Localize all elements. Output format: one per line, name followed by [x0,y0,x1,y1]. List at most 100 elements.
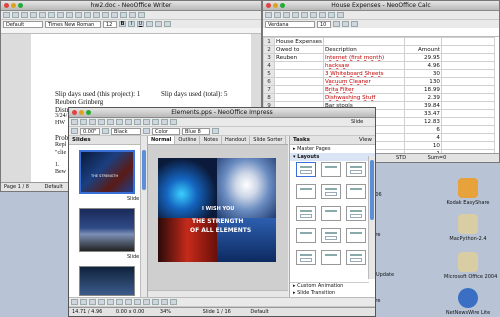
rectangle-icon[interactable] [98,299,105,305]
layout-option[interactable] [296,206,316,221]
copy-icon[interactable] [310,12,317,18]
cell-d[interactable] [440,37,496,46]
table-icon[interactable] [129,12,136,18]
font-name-select[interactable]: Times New Roman [45,20,101,28]
cut-icon[interactable] [107,119,114,125]
cell-d[interactable] [440,69,496,78]
close-button[interactable] [4,3,9,8]
zoom-button[interactable] [86,110,91,115]
tab-normal[interactable]: Normal [148,136,176,144]
edit-icon[interactable] [39,12,46,18]
formula-bar[interactable] [263,28,499,37]
curve-icon[interactable] [125,299,132,305]
new-icon[interactable] [3,12,10,18]
align-right-icon[interactable] [164,21,171,27]
cell-c[interactable]: 130 [403,77,442,86]
bold-icon[interactable]: B [119,21,126,27]
text-icon[interactable] [116,299,123,305]
cell-c[interactable]: 4.96 [403,61,442,70]
cell-d[interactable] [440,141,496,150]
cell-c[interactable]: 39.84 [403,101,442,110]
cell-b[interactable]: Description [322,45,405,54]
cell-b[interactable]: hacksaw [322,61,405,70]
layout-option[interactable] [296,228,316,243]
cut-icon[interactable] [75,12,82,18]
cell-d[interactable] [440,85,496,94]
layout-option[interactable] [346,162,366,177]
chart-icon[interactable] [152,119,159,125]
custom-animation-section[interactable]: ▸ Custom Animation [290,282,369,289]
impress-window[interactable]: Elements.pps - NeoOffice Impress Slide 0… [68,107,376,317]
layout-option[interactable] [321,206,341,221]
cell-d[interactable] [440,109,496,118]
cell-d[interactable] [440,125,496,134]
cell-a[interactable] [274,85,324,94]
cell-c[interactable]: 12.83 [403,117,442,126]
slides-scrollbar[interactable] [140,136,147,297]
layout-option[interactable] [321,228,341,243]
pdf-icon[interactable] [48,12,55,18]
paste-icon[interactable] [125,119,132,125]
cut-icon[interactable] [301,12,308,18]
slide-canvas[interactable]: I WISH YOU THE STRENGTH OF ALL ELEMENTS [158,158,276,262]
save-icon[interactable] [89,119,96,125]
cell-d[interactable] [440,61,496,70]
email-icon[interactable] [30,12,37,18]
sort-icon[interactable] [328,12,335,18]
chart-icon[interactable] [337,12,344,18]
cell-c[interactable]: 6 [403,125,442,134]
open-icon[interactable] [274,12,281,18]
cell-a[interactable] [274,77,324,86]
tab-notes[interactable]: Notes [200,136,222,144]
tasks-scrollbar[interactable] [368,156,375,279]
connector-icon[interactable] [134,299,141,305]
tab-outline[interactable]: Outline [175,136,201,144]
cell-d[interactable] [440,101,496,110]
new-icon[interactable] [71,119,78,125]
line-color-icon[interactable] [102,128,109,134]
fontwork-icon[interactable] [161,299,168,305]
copy-icon[interactable] [84,12,91,18]
line-style-icon[interactable] [71,128,78,134]
line-icon[interactable] [80,299,87,305]
master-pages-section[interactable]: ▸ Master Pages [290,145,375,153]
undo-icon[interactable] [102,12,109,18]
3d-icon[interactable] [143,299,150,305]
font-name-select[interactable]: Verdana [265,20,315,28]
underline-icon[interactable] [351,21,358,27]
line-width-select[interactable]: 0.00" [80,127,100,135]
slide-hscrollbar[interactable] [148,290,288,297]
desktop-icon[interactable]: NetNewsWire Lite [444,288,492,316]
layout-option[interactable] [346,184,366,199]
minimize-button[interactable] [11,3,16,8]
paragraph-style-select[interactable]: Default [3,20,43,28]
cell-d[interactable] [440,45,496,54]
slideshow-icon[interactable] [161,119,168,125]
help-icon[interactable] [170,119,177,125]
slide-thumbnail-1[interactable]: THE STRENGTH [79,150,135,194]
zoom-button[interactable] [280,3,285,8]
area-icon[interactable] [143,128,150,134]
close-button[interactable] [72,110,77,115]
slide-thumbnail-2[interactable] [79,208,135,252]
writer-titlebar[interactable]: hw2.doc - NeoOffice Writer [1,1,261,11]
tasks-view-menu[interactable]: View [359,136,372,144]
spellcheck-icon[interactable] [66,12,73,18]
area-style-select[interactable]: Color [152,127,180,135]
calc-titlebar[interactable]: House Expenses - NeoOffice Calc [263,1,499,11]
print-icon[interactable] [98,119,105,125]
save-icon[interactable] [283,12,290,18]
layout-option[interactable] [296,250,316,265]
desktop-icon[interactable]: MacPython-2.4 [444,214,492,242]
cell-b[interactable]: Brita Filter [322,85,405,94]
open-icon[interactable] [80,119,87,125]
cell-b[interactable]: 3 Whiteboard Sheets [322,69,405,78]
open-icon[interactable] [12,12,19,18]
copy-icon[interactable] [116,119,123,125]
save-icon[interactable] [21,12,28,18]
zoom-button[interactable] [18,3,23,8]
paste-icon[interactable] [319,12,326,18]
hyperlink-icon[interactable] [120,12,127,18]
tab-slide-sorter[interactable]: Slide Sorter [250,136,287,144]
line-color-select[interactable]: Black [111,127,141,135]
